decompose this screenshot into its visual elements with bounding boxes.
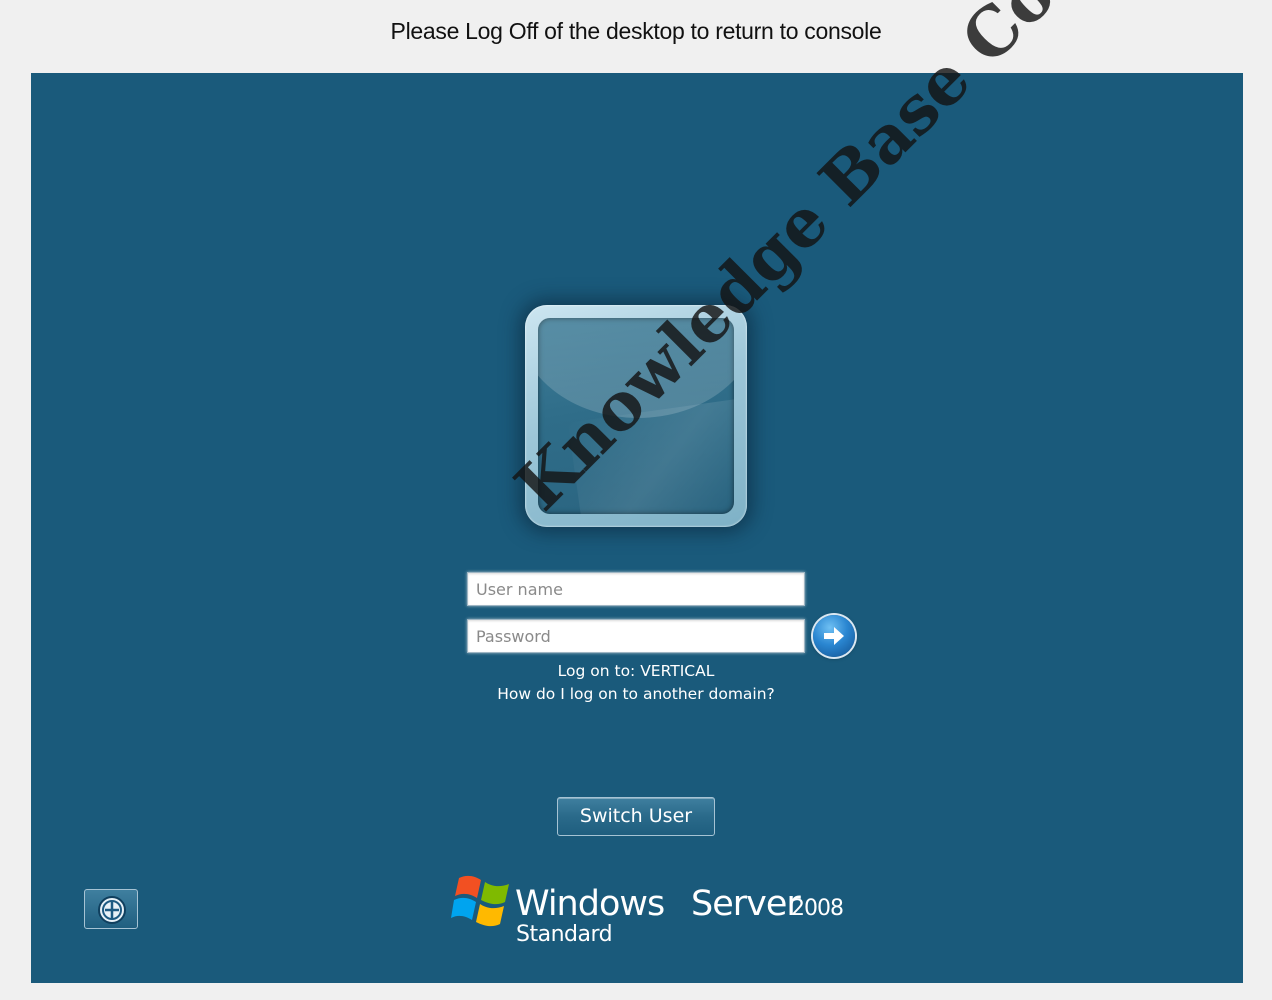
user-tile	[525, 305, 747, 527]
brand-year: 2008	[791, 896, 844, 921]
other-domain-link-row: How do I log on to another domain?	[31, 685, 1241, 703]
windows-flag-logo	[451, 875, 509, 927]
switch-user-button[interactable]: Switch User	[557, 797, 715, 836]
user-tile-picture	[538, 318, 734, 514]
logon-screen: Log on to: VERTICAL How do I log on to a…	[31, 73, 1243, 983]
submit-button[interactable]	[813, 615, 855, 657]
ease-of-access-button[interactable]	[84, 889, 138, 929]
brand-server-word: Server	[691, 884, 801, 924]
brand-edition: Standard	[516, 922, 613, 947]
ease-of-access-icon	[98, 896, 126, 924]
other-domain-link[interactable]: How do I log on to another domain?	[497, 685, 775, 703]
password-input[interactable]	[467, 619, 805, 653]
page: Please Log Off of the desktop to return …	[0, 0, 1272, 1000]
logoff-banner: Please Log Off of the desktop to return …	[390, 18, 882, 44]
arrow-right-icon	[824, 627, 844, 645]
brand-windows-word: Windows	[515, 884, 665, 924]
windows-server-branding: Windows Server 2008 Standard	[451, 870, 851, 960]
user-tile-reflection	[567, 394, 734, 514]
username-input[interactable]	[467, 572, 805, 606]
logon-domain-label: Log on to: VERTICAL	[557, 662, 715, 680]
